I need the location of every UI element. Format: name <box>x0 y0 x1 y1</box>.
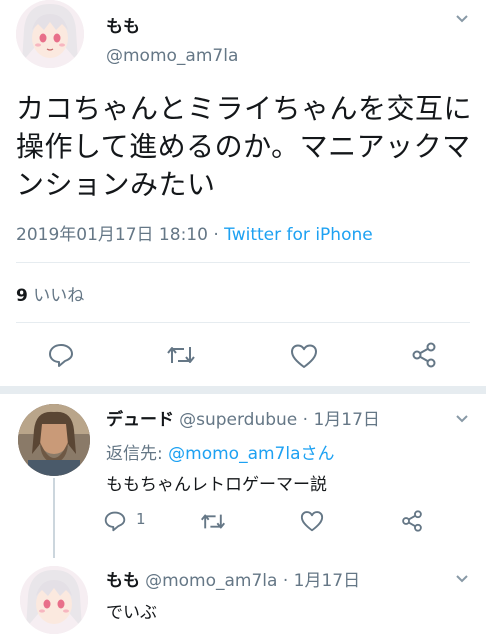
user-handle[interactable]: @superdubue <box>179 410 297 430</box>
reply-2-header: もも @momo_am7la · 1月17日 <box>106 566 360 591</box>
retweet-icon[interactable] <box>166 343 196 367</box>
reply-mention[interactable]: @momo_am7laさん <box>168 444 334 464</box>
divider <box>16 322 470 323</box>
reply-to-line: 返信先: @momo_am7laさん <box>106 439 335 464</box>
thread-line <box>53 478 55 558</box>
timestamp[interactable]: 2019年01月17日 18:10 <box>16 225 208 245</box>
avatar[interactable] <box>18 404 90 476</box>
share-icon[interactable] <box>400 510 424 532</box>
retweet-icon[interactable] <box>200 511 226 532</box>
reply-text: でいぶ <box>106 603 157 623</box>
separator: · <box>207 225 225 245</box>
divider <box>16 262 470 263</box>
reply-text: ももちゃんレトロゲーマー説 <box>106 475 327 495</box>
share-icon[interactable] <box>410 342 438 368</box>
tweet-date[interactable]: · 1月17日 <box>277 571 360 591</box>
like-count-label: いいね <box>33 286 85 306</box>
tweet-text: カコちゃんとミライちゃんを交互に操作して進めるのか。マニアックマンションみたい <box>16 92 473 201</box>
user-handle[interactable]: @momo_am7la <box>106 46 238 66</box>
reply-prefix: 返信先: <box>106 444 169 464</box>
reply-icon[interactable] <box>104 510 126 532</box>
chevron-down-icon[interactable] <box>454 410 470 430</box>
section-gap <box>0 386 486 394</box>
like-count-number: 9 <box>16 286 28 306</box>
client-link[interactable]: Twitter for iPhone <box>224 225 373 245</box>
chevron-down-icon[interactable] <box>454 570 470 590</box>
reply-1-header: デュード @superdubue · 1月17日 <box>106 405 380 430</box>
tweet-meta: 2019年01月17日 18:10 · Twitter for iPhone <box>16 220 373 245</box>
display-name[interactable]: もも <box>106 571 140 591</box>
reply-icon[interactable] <box>48 342 74 368</box>
user-handle[interactable]: @momo_am7la <box>145 571 277 591</box>
display-name[interactable]: デュード <box>106 410 174 430</box>
like-count[interactable]: 9 いいね <box>16 281 84 306</box>
like-icon[interactable] <box>290 343 318 369</box>
reply-count: 1 <box>136 510 146 528</box>
chevron-down-icon[interactable] <box>454 10 470 30</box>
avatar[interactable] <box>20 566 88 634</box>
display-name[interactable]: もも <box>106 12 140 37</box>
tweet-date[interactable]: · 1月17日 <box>297 410 380 430</box>
avatar[interactable] <box>16 0 84 68</box>
like-icon[interactable] <box>300 510 324 532</box>
